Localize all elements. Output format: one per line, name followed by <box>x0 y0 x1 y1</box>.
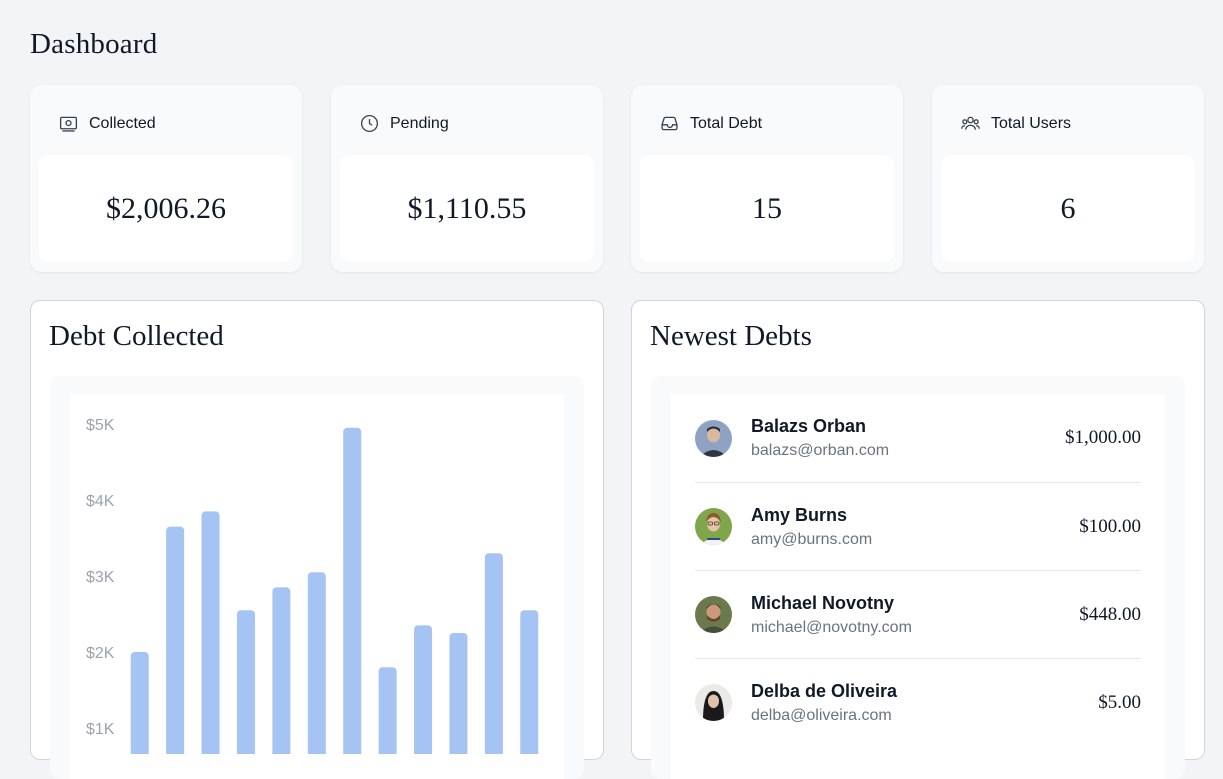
debt-row[interactable]: Delba de Oliveira delba@oliveira.com $5.… <box>695 658 1141 746</box>
chart-bar[interactable] <box>520 610 539 754</box>
page-title: Dashboard <box>30 28 158 60</box>
avatar <box>695 684 732 721</box>
banknote-icon <box>59 116 78 132</box>
chart-bar[interactable] <box>307 572 326 754</box>
debt-email: amy@burns.com <box>751 530 873 548</box>
stat-value-pending: $1,110.55 <box>407 191 527 225</box>
y-tick-label: $2K <box>86 645 115 662</box>
debt-collected-panel: Debt Collected $5K $4K $3K $2K $1K <box>30 300 604 779</box>
chart-bar[interactable] <box>236 610 255 754</box>
chart-bar[interactable] <box>272 587 291 754</box>
inbox-icon <box>661 116 678 131</box>
stat-label: Total Users <box>991 114 1072 132</box>
debt-amount: $5.00 <box>1098 691 1141 713</box>
stat-card-total-debt: Total Debt 15 <box>631 85 903 272</box>
debt-row[interactable]: Michael Novotny michael@novotny.com $448… <box>695 570 1141 658</box>
chart-area: $5K $4K $3K $2K $1K <box>70 394 564 779</box>
stat-label: Total Debt <box>690 114 763 132</box>
avatar-amy <box>695 508 732 545</box>
debt-email: michael@novotny.com <box>751 618 912 636</box>
chart-bar[interactable] <box>201 511 220 754</box>
stat-label: Collected <box>89 114 156 132</box>
avatar-balazs <box>695 419 732 457</box>
chart-bar[interactable] <box>484 553 503 754</box>
stat-value-total-debt: 15 <box>752 191 782 225</box>
debt-name: Michael Novotny <box>751 592 895 613</box>
debts-list-container: Balazs Orban balazs@orban.com $1,000.00 <box>651 376 1185 779</box>
chart-bar[interactable] <box>130 652 149 754</box>
avatar <box>695 596 732 633</box>
debt-row[interactable]: Amy Burns amy@burns.com $100.00 <box>695 482 1141 570</box>
stat-card-collected: Collected $2,006.26 <box>30 85 302 272</box>
debt-amount: $100.00 <box>1079 515 1141 537</box>
avatar <box>695 508 732 545</box>
avatar-delba <box>695 684 732 721</box>
stat-card-pending: Pending $1,110.55 <box>331 85 603 272</box>
debt-name: Amy Burns <box>751 504 848 525</box>
avatar-michael <box>695 596 732 633</box>
debt-name: Balazs Orban <box>751 416 867 436</box>
debt-amount: $1,000.00 <box>1065 427 1141 448</box>
stat-value-total-users: 6 <box>1060 191 1076 225</box>
stat-value-collected: $2,006.26 <box>106 191 226 225</box>
y-tick-label: $4K <box>86 493 115 510</box>
chart-bar[interactable] <box>343 427 362 754</box>
debt-amount: $448.00 <box>1079 603 1141 625</box>
panel-title: Debt Collected <box>49 320 224 352</box>
y-tick-label: $3K <box>86 569 115 586</box>
avatar <box>695 419 732 457</box>
debt-row[interactable]: Balazs Orban balazs@orban.com $1,000.00 <box>695 394 1141 482</box>
newest-debts-panel: Newest Debts Balazs Orban balazs@orban.c… <box>631 300 1205 779</box>
users-icon <box>961 116 980 130</box>
chart-bar[interactable] <box>166 526 185 754</box>
panel-title: Newest Debts <box>650 320 812 352</box>
stat-label: Pending <box>390 114 449 132</box>
chart-container: $5K $4K $3K $2K $1K <box>50 376 584 779</box>
clock-icon <box>360 114 379 133</box>
chart-bar[interactable] <box>414 625 433 754</box>
stat-card-total-users: Total Users 6 <box>932 85 1204 272</box>
y-tick-label: $1K <box>86 721 115 738</box>
debt-name: Delba de Oliveira <box>751 680 898 701</box>
debt-email: balazs@orban.com <box>751 442 890 459</box>
bar-chart: $5K $4K $3K $2K $1K <box>86 417 539 754</box>
debts-list: Balazs Orban balazs@orban.com $1,000.00 <box>671 394 1165 779</box>
y-tick-label: $5K <box>86 417 115 434</box>
debt-email: delba@oliveira.com <box>751 706 892 724</box>
chart-bar[interactable] <box>449 633 468 754</box>
